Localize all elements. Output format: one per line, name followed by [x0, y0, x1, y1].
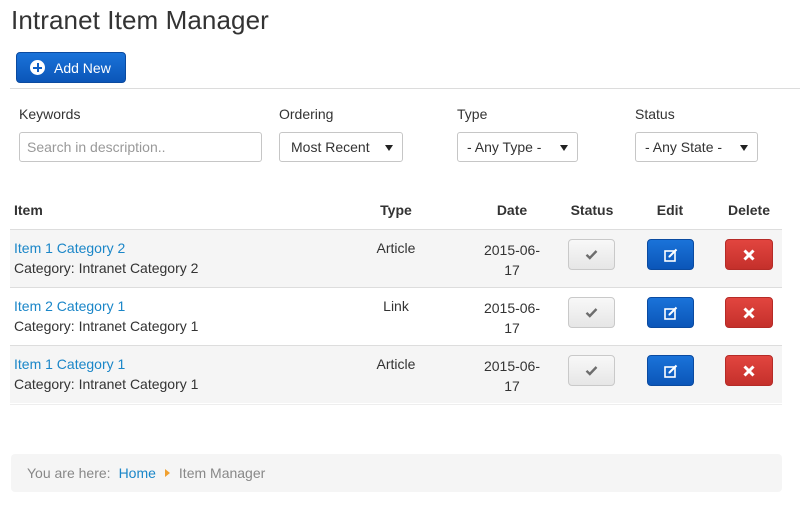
header-date: Date: [496, 202, 528, 218]
edit-button[interactable]: [647, 355, 694, 386]
breadcrumb-prefix: You are here:: [27, 465, 111, 481]
table-bottom-border: [10, 404, 782, 405]
caret-right-icon: [164, 469, 170, 477]
keywords-label: Keywords: [19, 106, 81, 122]
delete-button[interactable]: [725, 355, 773, 386]
item-date-line1: 2015-06-: [483, 300, 541, 316]
item-type: Article: [376, 240, 416, 256]
breadcrumb: You are here: Home Item Manager: [11, 454, 782, 492]
edit-button[interactable]: [647, 239, 694, 270]
ordering-select[interactable]: Most Recent: [279, 132, 403, 162]
item-date: 2015-06- 17: [472, 356, 552, 396]
caret-down-icon: [560, 145, 568, 151]
header-status: Status: [570, 202, 614, 218]
item-date: 2015-06- 17: [472, 240, 552, 280]
item-title-link[interactable]: Item 2 Category 1: [14, 298, 125, 314]
edit-icon: [663, 364, 677, 378]
check-icon: [585, 366, 598, 376]
caret-down-icon: [740, 145, 748, 151]
item-date-line1: 2015-06-: [483, 242, 541, 258]
header-edit: Edit: [656, 202, 684, 218]
add-new-label: Add New: [54, 59, 111, 76]
table-row: Item 1 Category 2 Category: Intranet Cat…: [10, 229, 782, 287]
item-date-line2: 17: [504, 378, 520, 394]
status-select-value: - Any State -: [645, 139, 723, 155]
item-type: Article: [376, 356, 416, 372]
delete-button[interactable]: [725, 297, 773, 328]
ordering-select-value: Most Recent: [291, 139, 370, 155]
header-delete: Delete: [727, 202, 771, 218]
caret-down-icon: [385, 145, 393, 151]
item-type: Link: [383, 298, 409, 314]
toolbar-divider: [10, 88, 800, 89]
item-title-link[interactable]: Item 1 Category 1: [14, 356, 125, 372]
edit-icon: [663, 248, 677, 262]
item-category: Category: Intranet Category 1: [14, 376, 199, 392]
table-row: Item 1 Category 1 Category: Intranet Cat…: [10, 345, 782, 403]
header-item: Item: [14, 202, 43, 218]
status-select[interactable]: - Any State -: [635, 132, 758, 162]
header-type: Type: [380, 202, 412, 218]
type-select[interactable]: - Any Type -: [457, 132, 578, 162]
item-date-line1: 2015-06-: [483, 358, 541, 374]
times-icon: [743, 248, 755, 261]
times-icon: [743, 306, 755, 319]
item-category: Category: Intranet Category 1: [14, 318, 199, 334]
check-icon: [585, 250, 598, 260]
item-category: Category: Intranet Category 2: [14, 260, 199, 276]
edit-icon: [663, 306, 677, 320]
item-title-link[interactable]: Item 1 Category 2: [14, 240, 125, 256]
delete-button[interactable]: [725, 239, 773, 270]
breadcrumb-current: Item Manager: [178, 465, 266, 481]
item-date-line2: 17: [504, 320, 520, 336]
breadcrumb-home-link[interactable]: Home: [119, 465, 156, 481]
times-icon: [743, 364, 755, 377]
type-label: Type: [457, 106, 488, 122]
check-icon: [585, 308, 598, 318]
status-label: Status: [635, 106, 675, 122]
ordering-label: Ordering: [279, 106, 334, 122]
type-select-value: - Any Type -: [467, 139, 542, 155]
edit-button[interactable]: [647, 297, 694, 328]
status-toggle-button[interactable]: [568, 355, 615, 386]
item-date: 2015-06- 17: [472, 298, 552, 338]
add-new-button[interactable]: Add New: [16, 52, 126, 83]
plus-circle-icon: [30, 60, 45, 75]
status-toggle-button[interactable]: [568, 297, 615, 328]
keywords-search-input[interactable]: [19, 132, 262, 162]
page-title: Intranet Item Manager: [11, 5, 269, 35]
table-row: Item 2 Category 1 Category: Intranet Cat…: [10, 287, 782, 345]
status-toggle-button[interactable]: [568, 239, 615, 270]
item-date-line2: 17: [504, 262, 520, 278]
